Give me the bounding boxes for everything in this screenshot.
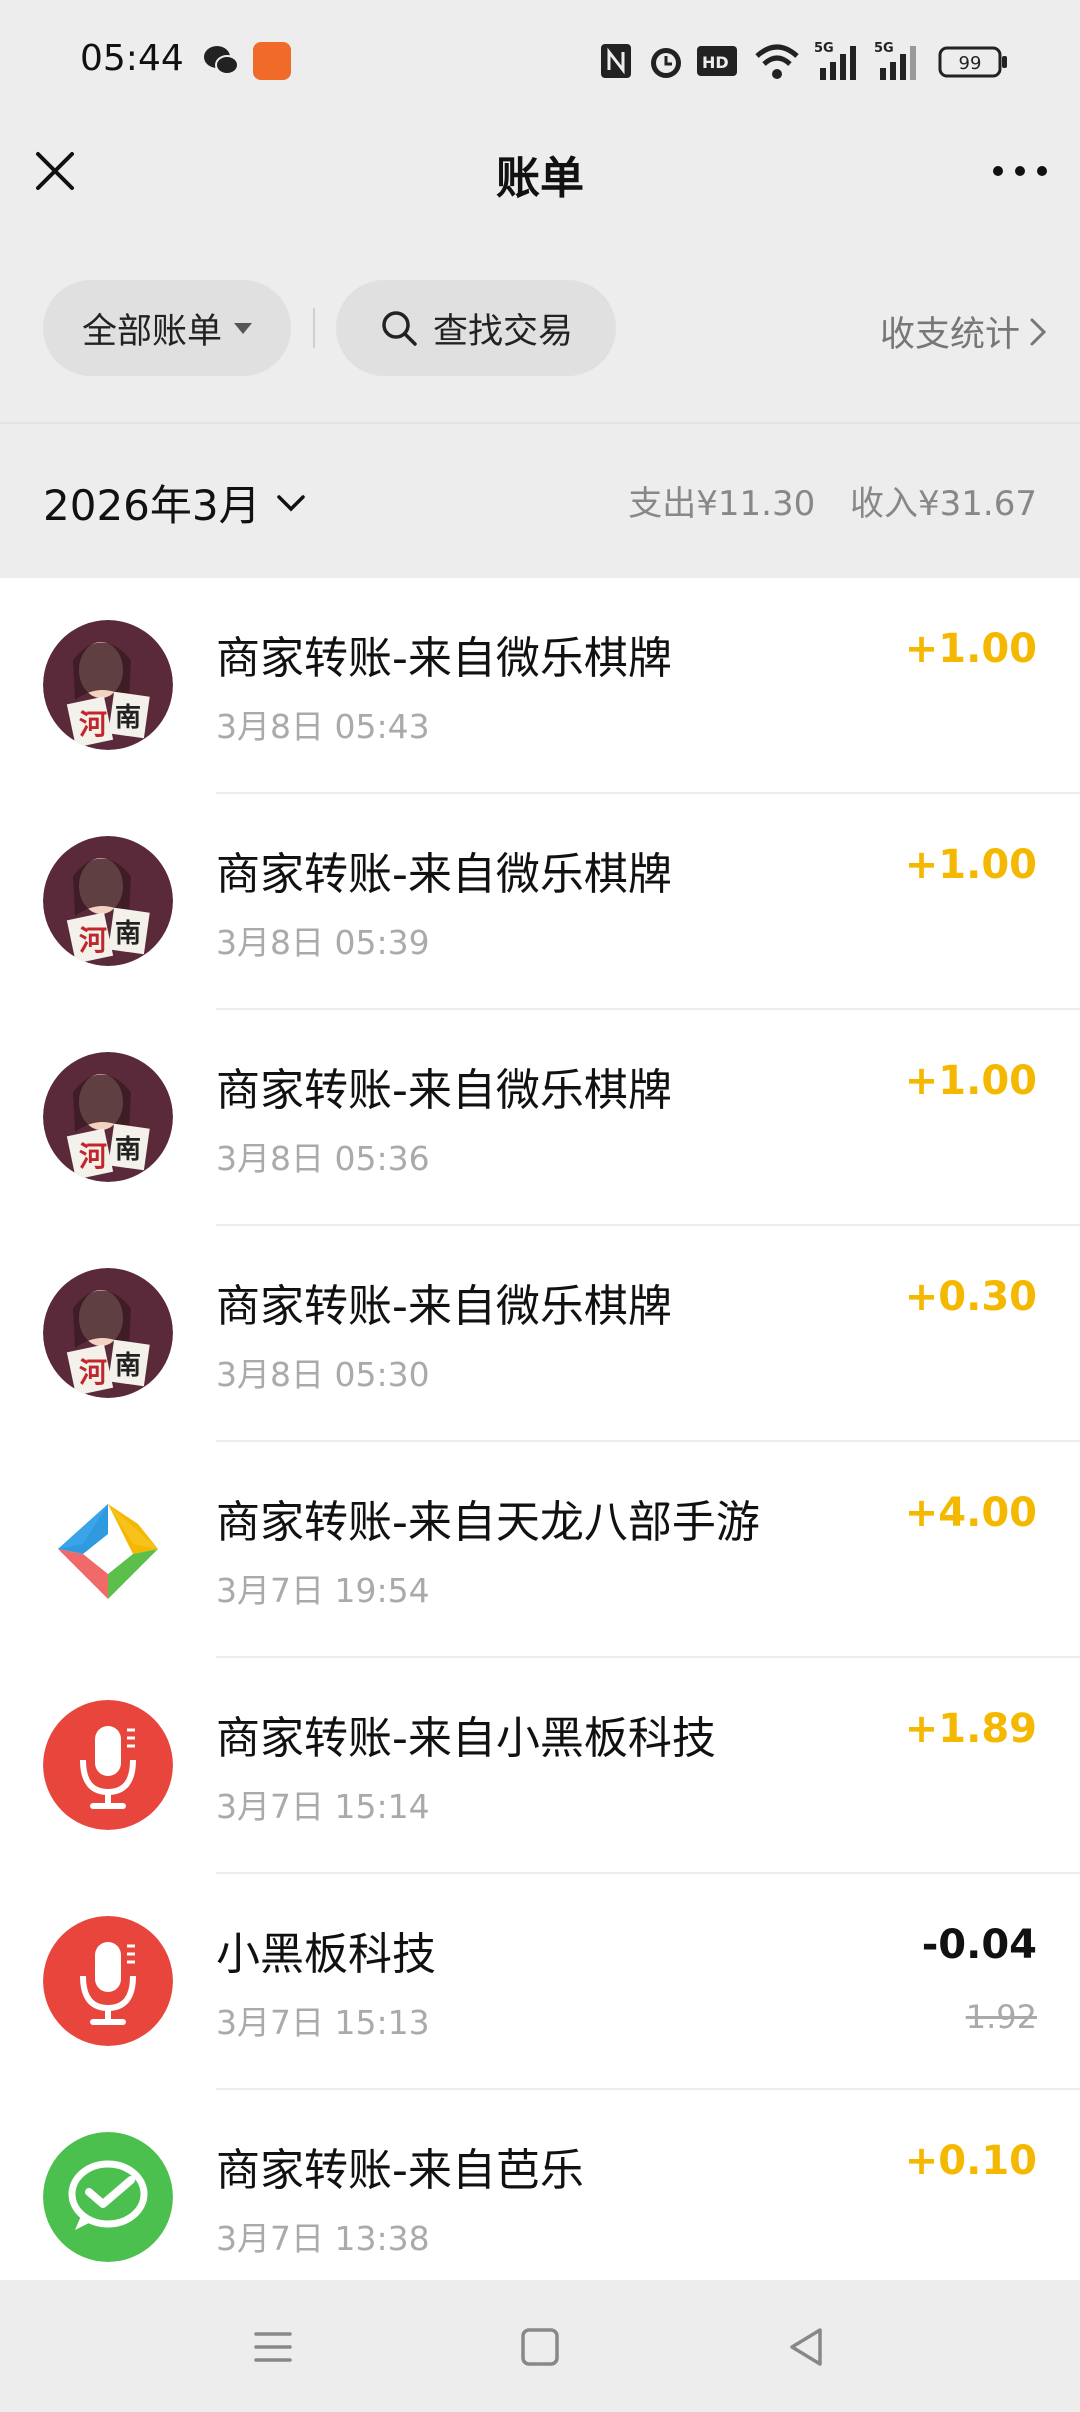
battery-icon: 99 [938, 46, 1007, 78]
transaction-time: 3月8日 05:43 [216, 707, 430, 746]
transaction-row[interactable]: 河 南 商家转账-来自微乐棋牌 3月8日 05:43 +1.00 [0, 578, 1080, 794]
transaction-title: 商家转账-来自小黑板科技 [216, 1713, 716, 1764]
back-icon[interactable] [780, 2320, 834, 2374]
wechatpay-avatar [43, 2132, 173, 2262]
transaction-title: 小黑板科技 [216, 1929, 436, 1980]
transaction-row[interactable]: 河 南 商家转账-来自微乐棋牌 3月8日 05:30 +0.30 [0, 1226, 1080, 1442]
all-bills-label: 全部账单 [81, 311, 222, 352]
svg-text:南: 南 [115, 919, 141, 949]
page-title: 账单 [496, 153, 584, 204]
transaction-row[interactable]: 小黑板科技 3月7日 15:13 -0.04 1.92 [0, 1874, 1080, 2090]
transaction-title: 商家转账-来自天龙八部手游 [216, 1497, 760, 1548]
transaction-row[interactable]: 河 南 商家转账-来自微乐棋牌 3月8日 05:39 +1.00 [0, 794, 1080, 1010]
nfc-icon [601, 44, 631, 78]
transaction-amount: +1.00 [904, 842, 1037, 888]
transaction-time: 3月7日 13:38 [216, 2219, 430, 2258]
transaction-time: 3月7日 19:54 [216, 1571, 430, 1610]
signal-5g-icon: 5G [874, 41, 916, 80]
tianlong-avatar [43, 1484, 173, 1614]
transaction-amount: +1.00 [904, 1058, 1037, 1104]
caret-down-icon [234, 322, 252, 334]
transaction-row[interactable]: 河 南 商家转账-来自微乐棋牌 3月8日 05:36 +1.00 [0, 1010, 1080, 1226]
transaction-amount: +0.10 [904, 2138, 1037, 2184]
svg-text:河: 河 [79, 1356, 107, 1389]
month-selector[interactable]: 2026年3月 [43, 472, 309, 533]
chevron-right-icon [1030, 318, 1047, 345]
more-icon[interactable] [990, 146, 1050, 196]
transaction-time: 3月8日 05:30 [216, 1355, 430, 1394]
all-bills-filter[interactable]: 全部账单 [43, 280, 291, 376]
transaction-title: 商家转账-来自微乐棋牌 [216, 1281, 672, 1332]
svg-text:河: 河 [79, 1140, 107, 1173]
transaction-amount: +1.00 [904, 626, 1037, 672]
transaction-time: 3月7日 15:14 [216, 1787, 430, 1826]
month-summary: 2026年3月 支出¥11.30 收入¥31.67 [0, 422, 1080, 578]
signal-5g-icon: 5G [814, 41, 856, 80]
transaction-amount: +0.30 [904, 1274, 1037, 1320]
menu-icon[interactable] [246, 2320, 300, 2374]
summary-totals: 支出¥11.30 收入¥31.67 [604, 476, 1037, 525]
transaction-title: 商家转账-来自芭乐 [216, 2145, 584, 2196]
app-icon [253, 42, 291, 80]
svg-text:南: 南 [115, 703, 141, 733]
microphone-avatar [43, 1916, 173, 2046]
transaction-time: 3月8日 05:36 [216, 1139, 430, 1178]
status-time: 05:44 [80, 38, 184, 79]
income-expense-stats-link[interactable]: 收支统计 [880, 306, 1050, 357]
month-label: 2026年3月 [43, 481, 261, 530]
transaction-amount: +4.00 [904, 1490, 1037, 1536]
microphone-avatar [43, 1700, 173, 1830]
alarm-icon [651, 48, 681, 78]
search-icon [382, 311, 417, 346]
svg-text:5G: 5G [874, 41, 894, 56]
transaction-list: 河 南 商家转账-来自微乐棋牌 3月8日 05:43 +1.00 河 南 商家转… [0, 578, 1080, 2280]
transaction-time: 3月7日 15:13 [216, 2003, 430, 2042]
status-bar: 05:44 HD 5G 5G 99 [0, 0, 1080, 124]
weile-avatar: 河 南 [43, 1052, 173, 1182]
wechat-icon [204, 46, 239, 75]
hd-icon: HD [697, 46, 737, 76]
transaction-amount: -0.04 [921, 1922, 1037, 1968]
transaction-row[interactable]: 商家转账-来自小黑板科技 3月7日 15:14 +1.89 [0, 1658, 1080, 1874]
search-transactions-button[interactable]: 查找交易 [336, 280, 616, 376]
svg-text:5G: 5G [814, 41, 834, 56]
stats-label: 收支统计 [879, 315, 1020, 355]
svg-text:南: 南 [115, 1351, 141, 1381]
svg-text:河: 河 [79, 924, 107, 957]
filter-row: 全部账单 查找交易 收支统计 [0, 280, 1080, 376]
expense-total: 支出¥11.30 [628, 484, 816, 524]
system-nav-bar [0, 2280, 1080, 2412]
transaction-title: 商家转账-来自微乐棋牌 [216, 633, 672, 684]
home-icon[interactable] [513, 2320, 567, 2374]
chevron-down-icon [276, 494, 305, 511]
battery-level: 99 [959, 53, 982, 74]
weile-avatar: 河 南 [43, 1268, 173, 1398]
transaction-time: 3月8日 05:39 [216, 923, 430, 962]
svg-text:河: 河 [79, 708, 107, 741]
transaction-row[interactable]: 商家转账-来自芭乐 3月7日 13:38 +0.10 [0, 2090, 1080, 2280]
original-amount: 1.92 [965, 1998, 1037, 2036]
weile-avatar: 河 南 [43, 620, 173, 750]
transaction-amount: +1.89 [904, 1706, 1037, 1752]
weile-avatar: 河 南 [43, 836, 173, 966]
income-total: 收入¥31.67 [850, 484, 1037, 524]
svg-text:南: 南 [115, 1135, 141, 1165]
transaction-title: 商家转账-来自微乐棋牌 [216, 849, 672, 900]
divider [313, 308, 315, 348]
transaction-row[interactable]: 商家转账-来自天龙八部手游 3月7日 19:54 +4.00 [0, 1442, 1080, 1658]
wifi-icon [755, 44, 799, 79]
header: 账单 [0, 124, 1080, 224]
svg-text:HD: HD [702, 53, 729, 72]
search-label: 查找交易 [432, 311, 573, 352]
transaction-title: 商家转账-来自微乐棋牌 [216, 1065, 672, 1116]
